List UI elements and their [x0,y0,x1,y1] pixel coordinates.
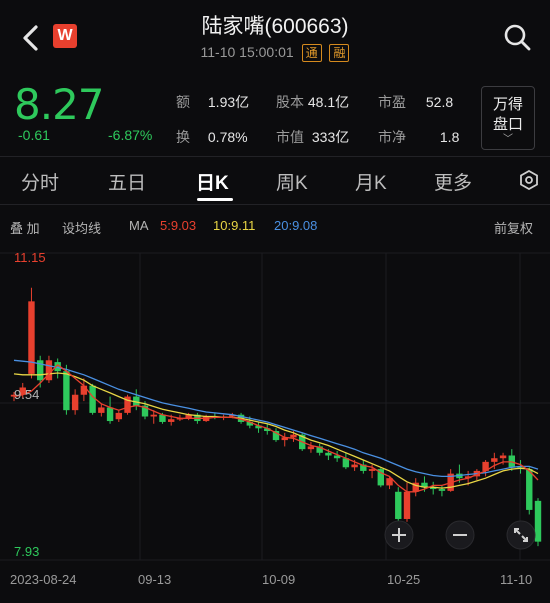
candle-body [168,419,175,422]
y-label-mid: 9.54 [14,387,39,402]
zoom-out-button[interactable] [445,520,475,550]
x-label-1: 09-13 [138,572,171,587]
ma20-value: 20:9.08 [274,218,318,233]
quote-time-line: 11-10 15:00:01 通 融 [0,44,550,62]
expand-icon[interactable] [506,520,536,550]
search-icon[interactable] [502,22,532,52]
stat-turnover-amount: 额 1.93亿 [176,94,250,110]
stat-pe: 市盈 52.8 [378,94,454,110]
y-label-low: 7.93 [14,544,39,559]
tab-weekly-k[interactable]: 周K [276,168,308,195]
chevron-down-icon: ﹀ [503,134,513,145]
tab-more[interactable]: 更多 [434,168,472,195]
candle-body [491,458,498,462]
candle-body [290,434,297,438]
header: W 陆家嘴(600663) 11-10 15:00:01 通 融 [0,0,550,72]
tag-rong: 融 [329,44,350,62]
candle-body [351,464,358,468]
candle-body [115,412,122,420]
candle-body [499,455,507,459]
x-label-0: 2023-08-24 [10,572,77,587]
wind-orderbook-button[interactable]: 万得 盘口 ﹀ [481,86,535,150]
candle-body [403,491,411,519]
adjust-mode-button[interactable]: 前复权 [494,218,533,237]
wan-label-1: 万得 [492,96,523,113]
x-label-4: 11-10 [500,572,532,587]
ma20-line [13,359,539,478]
last-price: 8.27 [14,80,105,129]
ma5-value: 5:9.03 [160,218,197,233]
divider [0,156,550,157]
tab-daily-k[interactable]: 日K [196,168,229,195]
candle-body [150,414,157,417]
tab-five-day[interactable]: 五日 [108,168,146,195]
quote-datetime: 11-10 15:00:01 [200,44,294,60]
stat-share-capital: 股本 48.1亿 [276,94,350,110]
candle-body [80,385,88,395]
price-change-pct: -6.87% [108,127,153,143]
stat-pb: 市净 1.8 [378,129,460,145]
stat-turnover-rate: 换 0.78% [176,129,248,145]
ma10-value: 10:9.11 [213,218,256,233]
tab-monthly-k[interactable]: 月K [355,168,387,195]
wan-label-2: 盘口 [492,116,523,133]
candle-body [98,407,105,413]
settings-icon[interactable] [519,170,539,190]
candle-body [45,360,53,381]
candles-group [10,287,542,547]
candle-body [325,452,332,456]
ma-label: MA [129,218,149,233]
x-label-2: 10-09 [262,572,295,587]
chart-grid [0,252,550,561]
candle-body [63,371,70,411]
tag-tong: 通 [301,44,322,62]
candle-body [106,407,114,422]
x-label-3: 10-25 [387,572,420,587]
tab-intraday[interactable]: 分时 [21,168,59,195]
candle-body [395,491,402,519]
y-label-high: 11.15 [14,250,46,265]
price-change: -0.61 [18,127,50,143]
candle-body [307,446,315,450]
active-tab-indicator [197,198,233,201]
candle-body [438,489,446,491]
page-title: 陆家嘴(600663) [201,15,349,38]
candle-body [526,469,533,510]
candle-body [71,394,79,411]
zoom-in-button[interactable] [384,520,414,550]
set-ma-button[interactable]: 设均线 [62,218,101,237]
stat-market-cap: 市值 333亿 [276,129,350,145]
divider [0,204,550,205]
period-tabs: 分时 五日 日K 周K 月K 更多 [0,158,550,202]
overlay-button[interactable]: 叠 加 [10,218,40,237]
